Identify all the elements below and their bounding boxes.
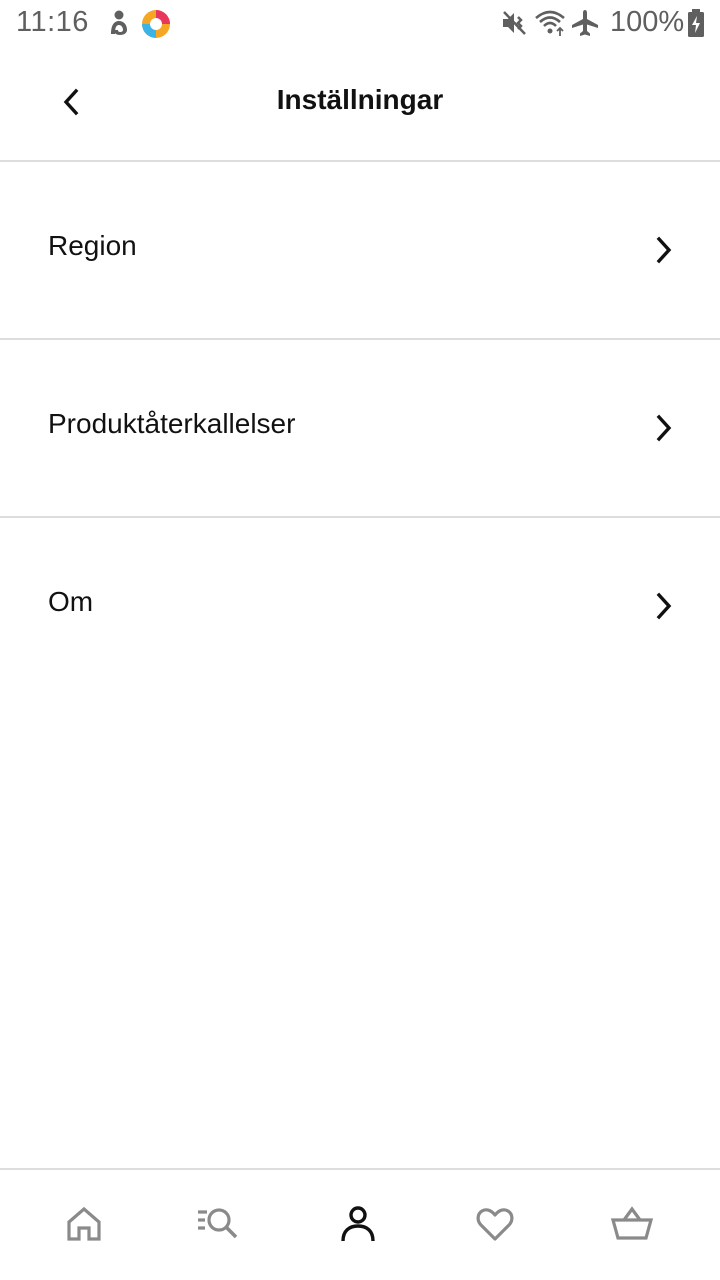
basket-icon (610, 1204, 654, 1249)
page-title: Inställningar (276, 84, 444, 115)
battery-percentage: 100% (610, 6, 685, 38)
status-time: 11:16 (16, 6, 89, 38)
chevron-right-icon (650, 592, 678, 620)
app-bar: Inställningar (0, 48, 720, 160)
status-bar: 11:16 100% (0, 0, 720, 48)
settings-item-region[interactable]: Region (0, 162, 720, 338)
profile-icon (338, 1204, 378, 1249)
settings-item-product-recalls[interactable]: Produktåterkallelser (0, 340, 720, 516)
nav-search[interactable] (194, 1200, 246, 1252)
notification-app-icon (106, 8, 132, 43)
airplane-mode-icon (570, 8, 600, 43)
battery-charging-icon (686, 8, 706, 43)
nav-profile[interactable] (332, 1200, 384, 1252)
settings-list: Region Produktåterkallelser Om (0, 162, 720, 694)
chevron-right-icon (650, 236, 678, 264)
muted-vibrate-icon (500, 8, 528, 43)
nav-home[interactable] (58, 1200, 110, 1252)
settings-item-label: Om (48, 586, 94, 617)
nav-favorites[interactable] (469, 1200, 521, 1252)
chevron-right-icon (650, 414, 678, 442)
bottom-nav (0, 1170, 720, 1280)
home-icon (64, 1204, 104, 1249)
settings-item-label: Produktåterkallelser (48, 408, 296, 439)
settings-item-about[interactable]: Om (0, 518, 720, 694)
browser-app-icon (140, 8, 172, 45)
heart-icon (475, 1204, 515, 1249)
wifi-icon (534, 8, 566, 43)
search-products-icon (195, 1204, 245, 1249)
nav-basket[interactable] (606, 1200, 658, 1252)
settings-item-label: Region (48, 230, 137, 261)
